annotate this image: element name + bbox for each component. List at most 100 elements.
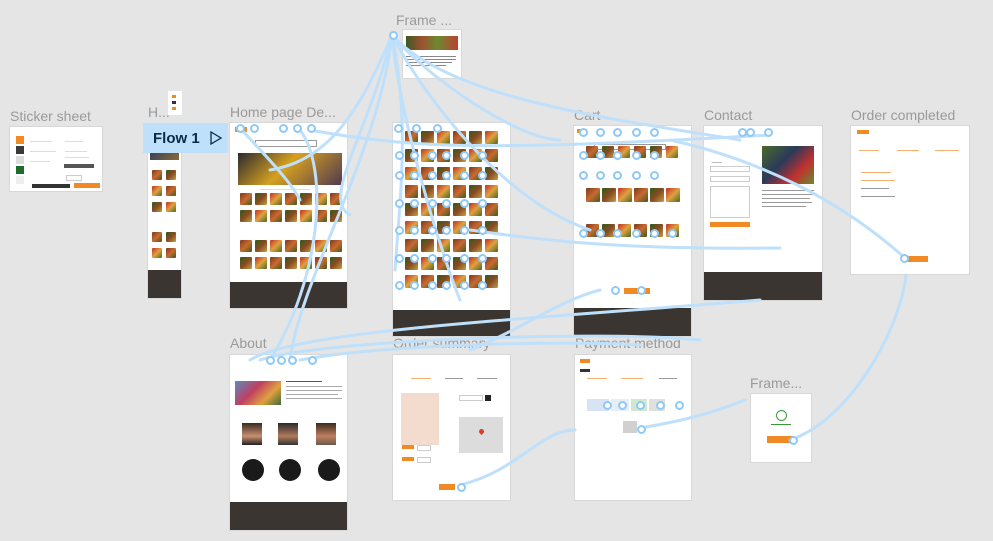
- connection-handle[interactable]: [618, 401, 627, 410]
- connection-handle[interactable]: [428, 226, 437, 235]
- connection-handle[interactable]: [266, 356, 275, 365]
- connection-handle[interactable]: [442, 254, 451, 263]
- connection-handle[interactable]: [596, 229, 605, 238]
- back-button[interactable]: [580, 369, 590, 372]
- connection-handle[interactable]: [460, 254, 469, 263]
- delivery-option[interactable]: [417, 445, 431, 451]
- frame-order-summary[interactable]: [393, 355, 510, 500]
- payment-option[interactable]: [402, 457, 414, 461]
- frame-success[interactable]: [751, 394, 811, 462]
- address-field[interactable]: [459, 395, 483, 401]
- connection-handle[interactable]: [789, 436, 798, 445]
- connection-handle[interactable]: [900, 254, 909, 263]
- connection-handle[interactable]: [410, 171, 419, 180]
- connection-handle[interactable]: [478, 151, 487, 160]
- frame-label-frame-bottom[interactable]: Frame...: [750, 375, 802, 391]
- email-field[interactable]: [710, 176, 750, 182]
- connection-handle[interactable]: [442, 151, 451, 160]
- connection-handle[interactable]: [394, 124, 403, 133]
- frame-label-payment-method[interactable]: Payment method: [575, 335, 681, 351]
- connection-handle[interactable]: [293, 124, 302, 133]
- next-button[interactable]: [439, 484, 455, 490]
- frame-order-completed[interactable]: [851, 126, 969, 274]
- connection-handle[interactable]: [613, 128, 622, 137]
- frame-label-order-completed[interactable]: Order completed: [851, 107, 955, 123]
- connection-handle[interactable]: [460, 199, 469, 208]
- connection-handle[interactable]: [478, 226, 487, 235]
- send-button[interactable]: [710, 222, 750, 227]
- frame-about[interactable]: [230, 355, 347, 530]
- connection-handle[interactable]: [428, 254, 437, 263]
- frame-h-mobile[interactable]: [148, 130, 181, 298]
- connection-handle[interactable]: [428, 281, 437, 290]
- connection-handle[interactable]: [478, 254, 487, 263]
- frame-label-home-page[interactable]: Home page De...: [230, 104, 336, 120]
- connection-handle[interactable]: [428, 199, 437, 208]
- frame-label-sticker-sheet[interactable]: Sticker sheet: [10, 108, 91, 124]
- connection-handle[interactable]: [288, 356, 297, 365]
- connection-handle[interactable]: [410, 254, 419, 263]
- frame-label-about[interactable]: About: [230, 335, 267, 351]
- connection-handle[interactable]: [433, 124, 442, 133]
- frame-sticker-sheet[interactable]: [10, 127, 102, 191]
- delivery-option[interactable]: [402, 445, 414, 449]
- connection-handle[interactable]: [668, 229, 677, 238]
- connection-handle[interactable]: [428, 151, 437, 160]
- name-field[interactable]: [710, 166, 750, 172]
- design-canvas[interactable]: Sticker sheet H... Home page De... Frame…: [0, 0, 993, 541]
- connection-handle[interactable]: [746, 128, 755, 137]
- connection-handle[interactable]: [395, 151, 404, 160]
- connection-handle[interactable]: [637, 425, 646, 434]
- connection-handle[interactable]: [478, 281, 487, 290]
- mobile-menu-frame[interactable]: [168, 91, 182, 115]
- connection-handle[interactable]: [637, 286, 646, 295]
- connection-handle[interactable]: [307, 124, 316, 133]
- connection-handle[interactable]: [412, 124, 421, 133]
- frame-label-h[interactable]: H...: [148, 104, 170, 120]
- connection-handle[interactable]: [596, 151, 605, 160]
- connection-handle[interactable]: [613, 151, 622, 160]
- connection-handle[interactable]: [279, 124, 288, 133]
- connection-handle[interactable]: [428, 171, 437, 180]
- connection-handle[interactable]: [596, 128, 605, 137]
- connection-handle[interactable]: [410, 281, 419, 290]
- connection-handle[interactable]: [460, 151, 469, 160]
- finish-button[interactable]: [906, 256, 928, 262]
- connection-handle[interactable]: [632, 128, 641, 137]
- connection-handle[interactable]: [596, 171, 605, 180]
- connection-handle[interactable]: [442, 226, 451, 235]
- connection-handle[interactable]: [395, 281, 404, 290]
- frame-payment-method[interactable]: [575, 355, 691, 500]
- connection-handle[interactable]: [650, 171, 659, 180]
- connection-handle[interactable]: [410, 199, 419, 208]
- connection-handle[interactable]: [395, 171, 404, 180]
- message-field[interactable]: [710, 186, 750, 218]
- connection-handle[interactable]: [579, 171, 588, 180]
- connection-handle[interactable]: [442, 199, 451, 208]
- connection-handle[interactable]: [650, 229, 659, 238]
- connection-handle[interactable]: [656, 401, 665, 410]
- map-preview[interactable]: [459, 417, 503, 453]
- frame-label-frame-top[interactable]: Frame ...: [396, 12, 452, 28]
- connection-handle[interactable]: [410, 226, 419, 235]
- connection-handle[interactable]: [613, 171, 622, 180]
- connection-handle[interactable]: [250, 124, 259, 133]
- connection-handle[interactable]: [410, 151, 419, 160]
- connection-handle[interactable]: [632, 229, 641, 238]
- connection-handle[interactable]: [675, 401, 684, 410]
- connection-handle[interactable]: [579, 229, 588, 238]
- connection-handle[interactable]: [457, 483, 466, 492]
- connection-handle[interactable]: [395, 254, 404, 263]
- payment-option[interactable]: [417, 457, 431, 463]
- connection-handle[interactable]: [478, 171, 487, 180]
- connection-handle[interactable]: [460, 171, 469, 180]
- connection-handle[interactable]: [636, 401, 645, 410]
- connection-handle[interactable]: [579, 128, 588, 137]
- connection-handle[interactable]: [442, 171, 451, 180]
- connection-handle[interactable]: [395, 226, 404, 235]
- flow-badge[interactable]: Flow 1: [143, 123, 228, 153]
- connection-handle[interactable]: [395, 199, 404, 208]
- frame-label-order-summary[interactable]: Order summary: [393, 335, 490, 351]
- frame-label-cart[interactable]: Cart: [574, 107, 600, 123]
- connection-handle[interactable]: [650, 151, 659, 160]
